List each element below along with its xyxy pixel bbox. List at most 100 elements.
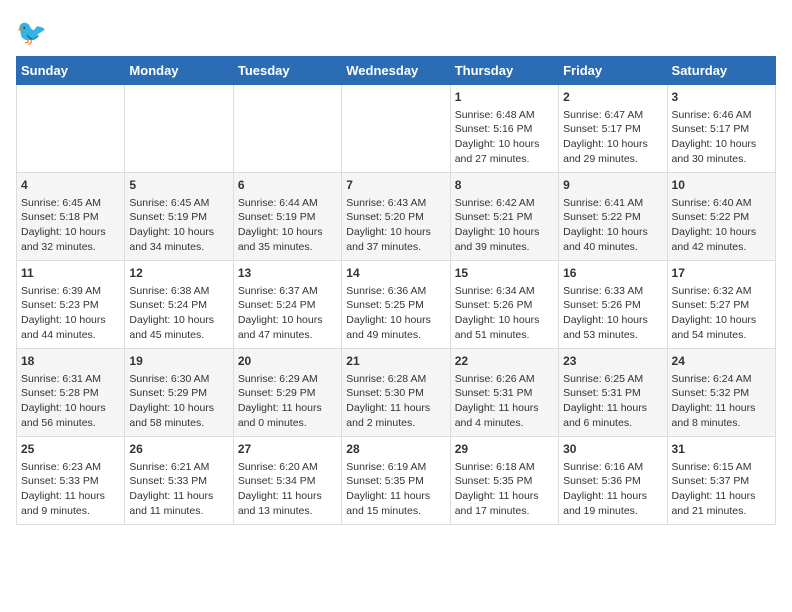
day-number: 18 xyxy=(21,353,120,370)
day-info: Sunrise: 6:40 AM xyxy=(672,196,771,211)
day-info: Sunrise: 6:32 AM xyxy=(672,284,771,299)
day-info: Sunrise: 6:24 AM xyxy=(672,372,771,387)
day-info: Sunrise: 6:45 AM xyxy=(129,196,228,211)
cell-week2-day2: 6Sunrise: 6:44 AMSunset: 5:19 PMDaylight… xyxy=(233,173,341,261)
day-info: Daylight: 10 hours xyxy=(21,225,120,240)
cell-week3-day5: 16Sunrise: 6:33 AMSunset: 5:26 PMDayligh… xyxy=(559,261,667,349)
day-info: and 51 minutes. xyxy=(455,328,554,343)
cell-week1-day2 xyxy=(233,85,341,173)
cell-week4-day3: 21 Sunrise: 6:28 AMSunset: 5:30 PMDayligh… xyxy=(342,349,450,437)
day-number: 28 xyxy=(346,441,445,458)
day-info: Sunrise: 6:42 AM xyxy=(455,196,554,211)
cell-week5-day5: 30Sunrise: 6:16 AMSunset: 5:36 PMDayligh… xyxy=(559,437,667,525)
day-info: Sunrise: 6:16 AM xyxy=(563,460,662,475)
day-number: 17 xyxy=(672,265,771,282)
day-info: and 6 minutes. xyxy=(563,416,662,431)
day-info: Sunrise: 6:21 AM xyxy=(129,460,228,475)
header-sunday: Sunday xyxy=(17,57,125,85)
day-info: and 40 minutes. xyxy=(563,240,662,255)
day-info: Sunset: 5:30 PM xyxy=(346,386,445,401)
calendar-table: SundayMondayTuesdayWednesdayThursdayFrid… xyxy=(16,56,776,525)
day-info: Daylight: 10 hours xyxy=(129,401,228,416)
day-number: 21 xyxy=(346,353,445,370)
cell-week4-day2: 20Sunrise: 6:29 AMSunset: 5:29 PMDayligh… xyxy=(233,349,341,437)
cell-week4-day5: 23Sunrise: 6:25 AMSunset: 5:31 PMDayligh… xyxy=(559,349,667,437)
day-info: and 35 minutes. xyxy=(238,240,337,255)
day-info: Sunrise: 6:30 AM xyxy=(129,372,228,387)
day-info: Daylight: 10 hours xyxy=(129,225,228,240)
day-info: Sunset: 5:23 PM xyxy=(21,298,120,313)
day-info: Sunset: 5:17 PM xyxy=(672,122,771,137)
day-info: Sunrise: 6:28 AM xyxy=(346,372,445,387)
day-info: Daylight: 10 hours xyxy=(672,137,771,152)
cell-week5-day4: 29Sunrise: 6:18 AMSunset: 5:35 PMDayligh… xyxy=(450,437,558,525)
cell-week2-day6: 10Sunrise: 6:40 AMSunset: 5:22 PMDayligh… xyxy=(667,173,775,261)
day-info: Sunset: 5:34 PM xyxy=(238,474,337,489)
day-info: Sunrise: 6:20 AM xyxy=(238,460,337,475)
day-info: Sunset: 5:33 PM xyxy=(21,474,120,489)
cell-week5-day0: 25Sunrise: 6:23 AMSunset: 5:33 PMDayligh… xyxy=(17,437,125,525)
day-info: and 30 minutes. xyxy=(672,152,771,167)
cell-week2-day3: 7Sunrise: 6:43 AMSunset: 5:20 PMDaylight… xyxy=(342,173,450,261)
day-info: Daylight: 10 hours xyxy=(563,137,662,152)
cell-week3-day6: 17Sunrise: 6:32 AMSunset: 5:27 PMDayligh… xyxy=(667,261,775,349)
day-info: Sunrise: 6:18 AM xyxy=(455,460,554,475)
day-info: Sunset: 5:19 PM xyxy=(238,210,337,225)
week-row-5: 25Sunrise: 6:23 AMSunset: 5:33 PMDayligh… xyxy=(17,437,776,525)
cell-week5-day6: 31Sunrise: 6:15 AMSunset: 5:37 PMDayligh… xyxy=(667,437,775,525)
day-info: Daylight: 11 hours xyxy=(129,489,228,504)
day-info: and 32 minutes. xyxy=(21,240,120,255)
day-info: Sunset: 5:18 PM xyxy=(21,210,120,225)
day-info: and 15 minutes. xyxy=(346,504,445,519)
day-number: 29 xyxy=(455,441,554,458)
day-info: Daylight: 10 hours xyxy=(129,313,228,328)
day-info: and 17 minutes. xyxy=(455,504,554,519)
day-info: Daylight: 10 hours xyxy=(455,313,554,328)
day-info: and 56 minutes. xyxy=(21,416,120,431)
day-info: Sunset: 5:20 PM xyxy=(346,210,445,225)
day-info: and 2 minutes. xyxy=(346,416,445,431)
cell-week1-day5: 2Sunrise: 6:47 AMSunset: 5:17 PMDaylight… xyxy=(559,85,667,173)
day-number: 10 xyxy=(672,177,771,194)
cell-week5-day3: 28Sunrise: 6:19 AMSunset: 5:35 PMDayligh… xyxy=(342,437,450,525)
day-number: 31 xyxy=(672,441,771,458)
day-info: and 45 minutes. xyxy=(129,328,228,343)
day-number: 2 xyxy=(563,89,662,106)
day-info: Daylight: 11 hours xyxy=(346,401,445,416)
day-number: 19 xyxy=(129,353,228,370)
cell-week2-day5: 9Sunrise: 6:41 AMSunset: 5:22 PMDaylight… xyxy=(559,173,667,261)
day-info: Daylight: 11 hours xyxy=(346,489,445,504)
day-number: 22 xyxy=(455,353,554,370)
day-info: and 8 minutes. xyxy=(672,416,771,431)
day-info: Sunrise: 6:39 AM xyxy=(21,284,120,299)
day-info: Sunset: 5:22 PM xyxy=(563,210,662,225)
cell-week1-day6: 3Sunrise: 6:46 AMSunset: 5:17 PMDaylight… xyxy=(667,85,775,173)
day-info: Daylight: 10 hours xyxy=(672,313,771,328)
day-info: and 4 minutes. xyxy=(455,416,554,431)
day-info: Daylight: 11 hours xyxy=(21,489,120,504)
day-info: and 13 minutes. xyxy=(238,504,337,519)
day-info: and 34 minutes. xyxy=(129,240,228,255)
day-number: 3 xyxy=(672,89,771,106)
day-info: Sunset: 5:21 PM xyxy=(455,210,554,225)
day-number: 11 xyxy=(21,265,120,282)
day-info: Sunrise: 6:36 AM xyxy=(346,284,445,299)
day-info: Daylight: 11 hours xyxy=(455,401,554,416)
day-number: 25 xyxy=(21,441,120,458)
day-number: 27 xyxy=(238,441,337,458)
day-number: 24 xyxy=(672,353,771,370)
day-info: Daylight: 10 hours xyxy=(21,313,120,328)
day-info: Sunrise: 6:31 AM xyxy=(21,372,120,387)
header-tuesday: Tuesday xyxy=(233,57,341,85)
day-info: Sunrise: 6:41 AM xyxy=(563,196,662,211)
day-info: Sunrise: 6:47 AM xyxy=(563,108,662,123)
day-info: and 0 minutes. xyxy=(238,416,337,431)
day-info: Daylight: 10 hours xyxy=(238,313,337,328)
day-number: 15 xyxy=(455,265,554,282)
day-number: 13 xyxy=(238,265,337,282)
cell-week2-day4: 8Sunrise: 6:42 AMSunset: 5:21 PMDaylight… xyxy=(450,173,558,261)
day-info: and 21 minutes. xyxy=(672,504,771,519)
day-info: and 49 minutes. xyxy=(346,328,445,343)
day-number: 5 xyxy=(129,177,228,194)
day-info: Sunrise: 6:37 AM xyxy=(238,284,337,299)
